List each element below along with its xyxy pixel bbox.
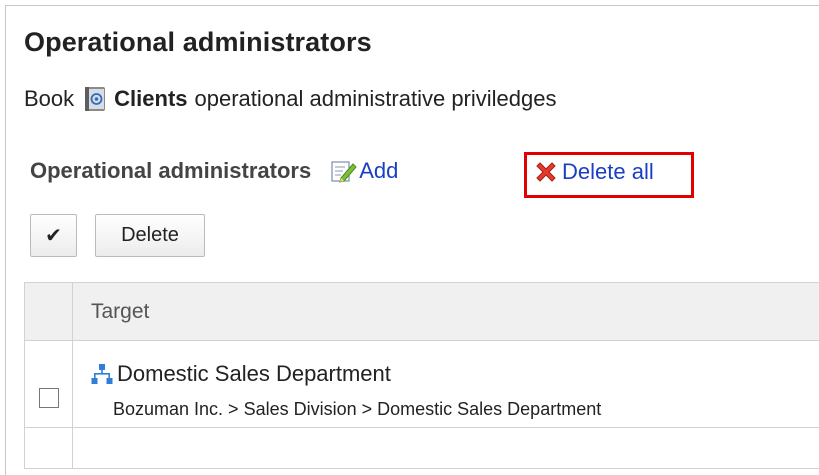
org-name-line: Domestic Sales Department [91, 361, 819, 387]
section-title: Operational administrators [30, 158, 311, 184]
row-checkbox[interactable] [39, 388, 59, 408]
table-row [25, 428, 819, 469]
book-icon [84, 86, 106, 112]
row-check-cell [25, 341, 73, 428]
table-row: Domestic Sales Department Bozuman Inc. >… [25, 341, 819, 428]
delete-button[interactable]: Delete [95, 214, 205, 257]
subtitle-prefix: Book [24, 86, 74, 112]
book-name: Clients [114, 86, 187, 112]
target-cell: Domestic Sales Department Bozuman Inc. >… [73, 341, 819, 428]
select-all-button[interactable]: ✔ [30, 214, 77, 257]
edit-pencil-icon [331, 159, 357, 183]
page-subtitle: Book Clients operational administrative … [24, 86, 556, 112]
add-link-label: Add [359, 158, 398, 184]
column-header-target: Target [73, 283, 819, 341]
org-path: Bozuman Inc. > Sales Division > Domestic… [113, 399, 819, 420]
org-name: Domestic Sales Department [117, 361, 391, 387]
header-check-cell [25, 283, 73, 341]
delete-all-link[interactable]: Delete all [534, 159, 654, 185]
add-link[interactable]: Add [331, 158, 398, 184]
org-chart-icon [91, 363, 113, 385]
administrators-table: Target Domestic Sales Depa [24, 282, 819, 469]
delete-all-label: Delete all [562, 159, 654, 185]
table-header-row: Target [25, 283, 819, 341]
page-title: Operational administrators [24, 27, 372, 58]
red-x-icon [534, 160, 558, 184]
row-check-cell [25, 428, 73, 469]
section-header: Operational administrators Add [30, 158, 398, 184]
target-cell [73, 428, 819, 469]
subtitle-suffix: operational administrative priviledges [195, 86, 557, 112]
